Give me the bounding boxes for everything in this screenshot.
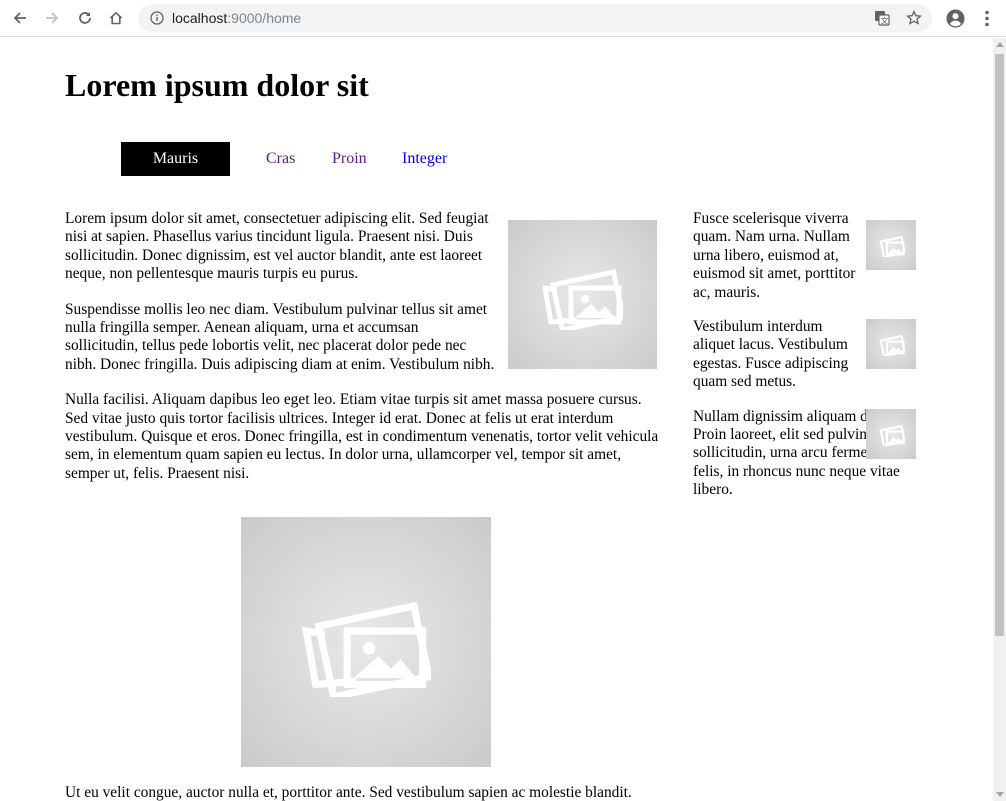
image-placeholder-icon — [301, 601, 431, 697]
paragraph: Suspendisse mollis leo nec diam. Vestibu… — [65, 300, 495, 373]
vertical-scrollbar[interactable] — [993, 38, 1006, 801]
forward-button[interactable] — [40, 6, 64, 30]
menu-icon[interactable] — [982, 10, 992, 27]
reload-icon — [79, 12, 91, 24]
tab-cras[interactable]: Cras — [266, 142, 295, 176]
image-placeholder-icon — [879, 235, 905, 257]
back-icon — [13, 12, 26, 24]
sidebar-item: Vestibulum interdum aliquet lacus. Vesti… — [693, 318, 916, 392]
browser-toolbar: localhost:9000/home 文 — [0, 0, 1006, 37]
sidebar-thumbnail — [866, 408, 916, 459]
star-icon[interactable] — [906, 10, 922, 26]
tab-integer[interactable]: Integer — [402, 142, 447, 176]
profile-icon[interactable] — [946, 9, 965, 28]
image-placeholder-icon — [879, 424, 905, 446]
scroll-thumb[interactable] — [995, 54, 1004, 636]
page-viewport: Lorem ipsum dolor sit Mauris Cras Proin … — [0, 38, 993, 801]
tab-proin[interactable]: Proin — [332, 142, 367, 176]
sidebar-item-text: Vestibulum interdum aliquet lacus. Vesti… — [693, 318, 849, 391]
back-button[interactable] — [8, 6, 32, 30]
paragraph: Ut eu velit congue, auctor nulla et, por… — [65, 784, 632, 801]
sidebar: Fusce scelerisque viverra quam. Nam urna… — [693, 210, 916, 516]
article-image-large — [241, 517, 491, 767]
home-icon — [109, 11, 123, 25]
image-placeholder-icon — [879, 334, 905, 357]
scroll-down-arrow-icon[interactable] — [996, 792, 1004, 797]
page-title: Lorem ipsum dolor sit — [65, 67, 369, 103]
paragraph: Lorem ipsum dolor sit amet, consectetuer… — [65, 210, 489, 283]
info-icon[interactable] — [150, 11, 164, 25]
forward-icon — [46, 12, 59, 24]
url-path: :9000/home — [227, 10, 302, 26]
address-bar[interactable]: localhost:9000/home 文 — [138, 4, 932, 32]
url-host: localhost — [172, 10, 228, 26]
sidebar-item-text: Fusce scelerisque viverra quam. Nam urna… — [693, 210, 856, 301]
scroll-up-arrow-icon[interactable] — [996, 42, 1004, 47]
reload-button[interactable] — [73, 6, 97, 30]
home-button[interactable] — [104, 6, 128, 30]
sidebar-thumbnail — [866, 220, 916, 270]
tab-mauris[interactable]: Mauris — [121, 142, 230, 176]
image-placeholder-icon — [542, 268, 623, 330]
sidebar-item: Fusce scelerisque viverra quam. Nam urna… — [693, 210, 916, 302]
sidebar-item: Nullam dignissim aliquam dui. Proin laor… — [693, 408, 916, 500]
sidebar-thumbnail — [866, 319, 916, 370]
url-text[interactable]: localhost:9000/home — [172, 10, 301, 26]
paragraph: Nulla facilisi. Aliquam dapibus leo eget… — [65, 391, 659, 482]
translate-icon[interactable]: 文 — [874, 10, 890, 26]
svg-text:文: 文 — [881, 15, 889, 25]
article-image — [508, 220, 657, 369]
